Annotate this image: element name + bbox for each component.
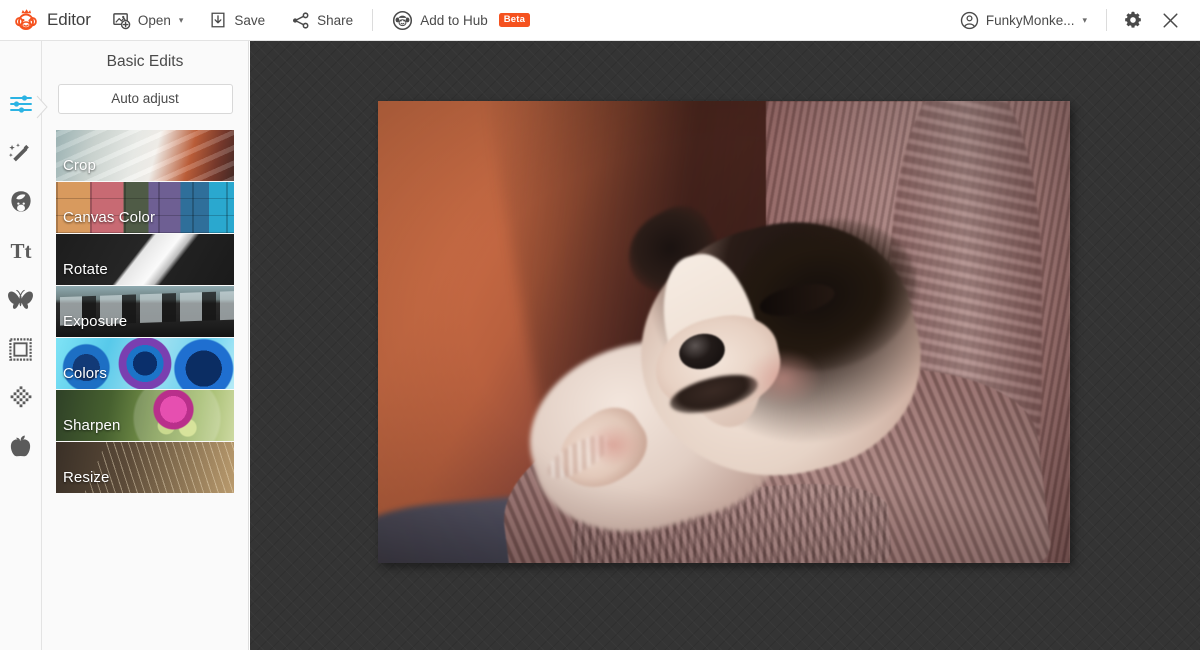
open-label: Open xyxy=(138,13,171,28)
thumb-crop[interactable]: Crop xyxy=(56,130,234,181)
basic-edits-thumb-list: Crop Canvas Color Rotate Exposure Co xyxy=(56,130,234,493)
sidebar-item-overlays[interactable] xyxy=(4,283,38,317)
app-logo[interactable]: Editor xyxy=(0,6,99,34)
thumb-exposure[interactable]: Exposure xyxy=(56,286,234,337)
account-menu[interactable]: FunkyMonke... ▾ xyxy=(947,0,1100,40)
auto-adjust-button[interactable]: Auto adjust xyxy=(58,84,233,114)
thumb-rotate[interactable]: Rotate xyxy=(56,234,234,285)
gear-icon xyxy=(1123,10,1143,30)
header-left-group: Editor Open ▾ xyxy=(0,0,543,40)
sidebar-item-textures[interactable] xyxy=(4,381,38,415)
account-name: FunkyMonke... xyxy=(986,13,1075,28)
panel-title: Basic Edits xyxy=(42,41,248,84)
thumb-label-colors: Colors xyxy=(63,365,107,382)
thumb-colors[interactable]: Colors xyxy=(56,338,234,389)
save-label: Save xyxy=(234,13,265,28)
top-header-bar: Editor Open ▾ xyxy=(0,0,1200,41)
header-divider xyxy=(372,9,373,31)
edited-photo[interactable] xyxy=(378,101,1070,563)
texture-icon xyxy=(8,385,34,411)
close-button[interactable] xyxy=(1153,0,1188,40)
header-divider-right xyxy=(1106,9,1107,31)
chevron-down-icon: ▾ xyxy=(179,15,184,26)
frame-icon xyxy=(8,337,33,362)
share-button[interactable]: Share xyxy=(278,0,366,40)
save-button[interactable]: Save xyxy=(196,0,278,40)
add-to-hub-button[interactable]: Add to Hub Beta xyxy=(379,0,543,40)
sidebar-item-frames[interactable] xyxy=(4,332,38,366)
thumb-canvas-color[interactable]: Canvas Color xyxy=(56,182,234,233)
beta-badge: Beta xyxy=(499,13,530,27)
open-button[interactable]: Open ▾ xyxy=(99,0,197,40)
share-node-icon xyxy=(291,11,310,30)
user-circle-icon xyxy=(960,11,979,30)
chevron-down-icon: ▾ xyxy=(1082,15,1087,26)
share-label: Share xyxy=(317,13,353,28)
add-to-hub-label: Add to Hub xyxy=(420,13,488,28)
monkey-hub-icon xyxy=(392,10,413,31)
header-right-group: FunkyMonke... ▾ xyxy=(947,0,1200,40)
sidebar-item-effects[interactable] xyxy=(4,136,38,170)
picmonkey-editor-window: Editor Open ▾ xyxy=(0,0,1200,650)
thumb-resize[interactable]: Resize xyxy=(56,442,234,493)
svg-text:Tt: Tt xyxy=(10,239,31,263)
butterfly-icon xyxy=(7,288,34,312)
sidebar-item-touch-up[interactable] xyxy=(4,185,38,219)
apple-icon xyxy=(8,434,33,460)
thumb-label-sharpen: Sharpen xyxy=(63,417,120,434)
face-icon xyxy=(8,189,34,215)
sidebar-item-basic-edits[interactable] xyxy=(4,87,38,121)
editor-canvas-area[interactable]: 25% xyxy=(250,41,1200,650)
sidebar-item-text[interactable]: Tt xyxy=(4,234,38,268)
magic-wand-icon xyxy=(8,141,33,166)
save-download-icon xyxy=(209,11,227,29)
thumb-label-canvas-color: Canvas Color xyxy=(63,209,155,226)
left-tool-rail: Tt xyxy=(0,41,42,650)
text-tt-icon: Tt xyxy=(7,238,35,264)
close-icon xyxy=(1161,11,1180,30)
image-add-icon xyxy=(112,11,131,30)
picmonkey-monkey-logo-icon xyxy=(12,6,40,34)
thumb-label-crop: Crop xyxy=(63,157,96,174)
basic-edits-panel: Basic Edits Auto adjust Crop Canvas Colo… xyxy=(42,41,249,650)
thumb-label-resize: Resize xyxy=(63,469,109,486)
sidebar-item-themes[interactable] xyxy=(4,430,38,464)
app-title: Editor xyxy=(47,10,91,30)
photo-frame[interactable] xyxy=(378,101,1070,563)
settings-button[interactable] xyxy=(1113,0,1153,40)
photo-vignette xyxy=(378,101,1070,563)
thumb-label-exposure: Exposure xyxy=(63,313,127,330)
thumb-label-rotate: Rotate xyxy=(63,261,108,278)
thumb-sharpen[interactable]: Sharpen xyxy=(56,390,234,441)
sliders-icon xyxy=(8,91,34,117)
